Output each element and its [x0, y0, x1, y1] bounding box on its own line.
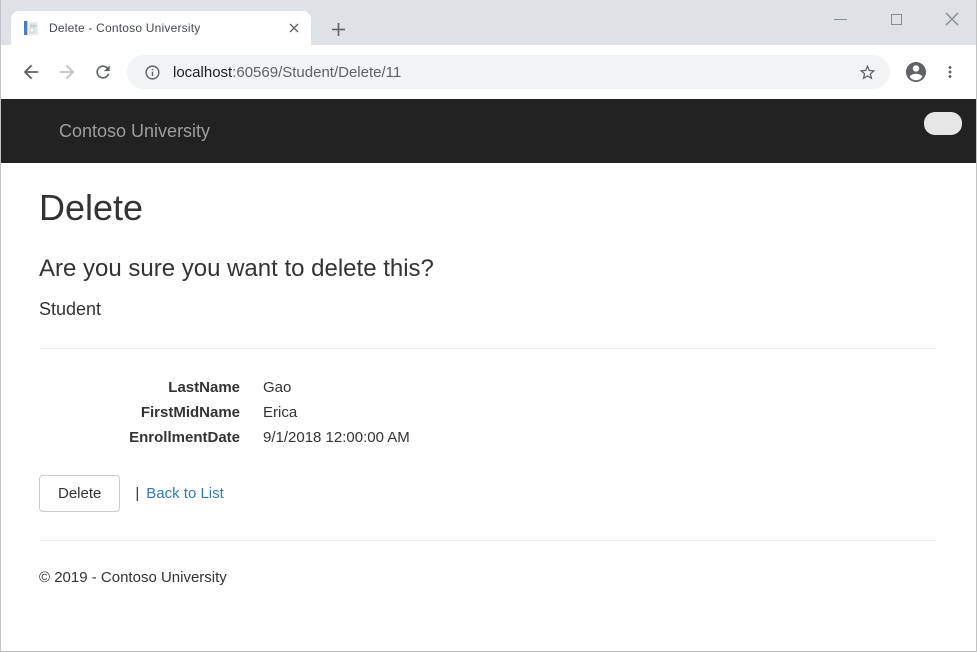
browser-window: Delete - Contoso University [0, 0, 977, 652]
new-tab-icon[interactable] [326, 17, 350, 41]
field-label-enrollmentdate: EnrollmentDate [39, 425, 240, 450]
forward-icon[interactable] [49, 54, 85, 90]
field-label-lastname: LastName [39, 375, 240, 400]
page-info-icon[interactable] [139, 59, 165, 85]
page-title: Delete [39, 188, 937, 228]
contoso-favicon-icon [23, 20, 39, 36]
site-navbar: Contoso University [1, 99, 976, 163]
action-separator: | [135, 485, 139, 502]
action-row: Delete | Back to List [39, 475, 937, 512]
page-content: Delete Are you sure you want to delete t… [1, 188, 976, 588]
address-bar[interactable]: localhost:60569/Student/Delete/11 [127, 55, 890, 89]
field-value-lastname: Gao [263, 375, 937, 400]
footer-divider [39, 540, 937, 541]
reload-icon[interactable] [85, 54, 121, 90]
copyright-text: © 2019 - Contoso University [39, 568, 937, 588]
divider [39, 348, 937, 349]
navbar-toggle-button[interactable] [924, 112, 962, 135]
tab-close-icon[interactable] [285, 19, 303, 37]
close-icon[interactable] [944, 11, 960, 27]
minimize-icon[interactable] [832, 11, 848, 27]
field-value-enrollmentdate: 9/1/2018 12:00:00 AM [263, 425, 937, 450]
maximize-icon[interactable] [888, 11, 904, 27]
url-host: localhost [173, 64, 232, 81]
chrome-menu-icon[interactable] [934, 54, 966, 90]
back-to-list-link[interactable]: Back to List [146, 485, 224, 502]
window-controls [832, 0, 960, 38]
confirm-question: Are you sure you want to delete this? [39, 255, 937, 283]
profile-avatar-icon[interactable] [898, 54, 934, 90]
browser-toolbar: localhost:60569/Student/Delete/11 [1, 45, 976, 99]
url-text[interactable]: localhost:60569/Student/Delete/11 [173, 64, 401, 81]
field-value-firstmidname: Erica [263, 400, 937, 425]
browser-tab[interactable]: Delete - Contoso University [11, 11, 311, 45]
delete-button[interactable]: Delete [39, 475, 120, 512]
entity-heading: Student [39, 297, 937, 321]
navbar-brand-link[interactable]: Contoso University [59, 121, 210, 142]
field-label-firstmidname: FirstMidName [39, 400, 240, 425]
student-details: LastName Gao FirstMidName Erica Enrollme… [39, 375, 937, 450]
tab-title: Delete - Contoso University [49, 21, 285, 35]
bookmark-star-icon[interactable] [854, 59, 880, 85]
back-icon[interactable] [13, 54, 49, 90]
tab-strip: Delete - Contoso University [1, 0, 976, 45]
url-path: :60569/Student/Delete/11 [232, 64, 401, 81]
